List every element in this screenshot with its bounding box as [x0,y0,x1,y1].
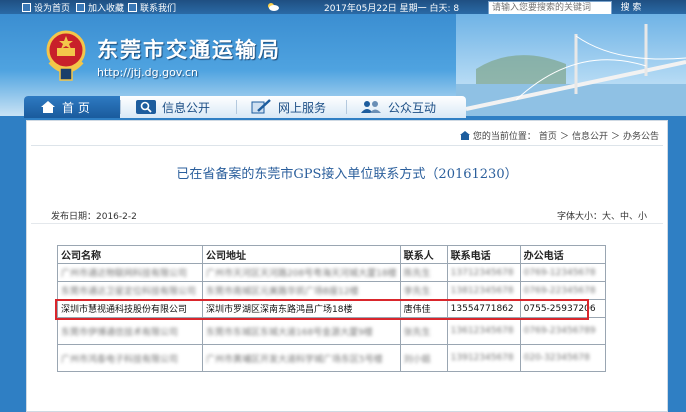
table-row: 东莞市通达卫星定位科技有限公司 东莞市南城区元美路华凯广场B座12楼 李先生 1… [57,281,606,300]
home-icon [41,101,55,113]
breadcrumb-announcements-link[interactable]: 办务公告 [623,129,659,142]
table-cell: 东莞市南城区元美路华凯广场B座12楼 [202,281,401,300]
set-homepage-link[interactable]: 设为首页 [22,1,70,14]
column-header-company: 公司名称 [57,245,203,264]
main-nav: 首 页 信息公开 网上服务 公众互动 [0,96,686,120]
table-cell: 东莞市伊博通信技术有限公司 [57,317,203,345]
nav-item-info-public[interactable]: 信息公开 [136,96,210,118]
column-header-contact: 联系人 [399,245,448,264]
breadcrumb-separator: ＞ [610,132,620,142]
table-cell: 广州市天河区天河路208号粤海天河城大厦18楼 [202,263,401,282]
table-cell: 深圳市慧视通科技股份有限公司 [57,299,203,318]
table-cell: 唐伟佳 [399,299,448,318]
nav-divider [120,100,121,114]
top-utility-bar: 设为首页 加入收藏 联系我们 2017年05月22日 星期一 白天: 8 搜 索 [0,0,686,15]
pen-icon [251,99,271,114]
table-cell: 李先生 [399,281,448,300]
table-cell: 13812345678 [446,281,521,300]
magnifier-icon [136,100,156,114]
weather-cloud-icon [268,3,279,11]
nav-item-home[interactable]: 首 页 [40,96,90,118]
article-title: 已在省备案的东莞市GPS接入单位联系方式（20161230） [176,167,518,182]
table-cell: 13912345678 [446,344,521,372]
national-emblem-icon [46,30,86,81]
table-cell: 广州市鸿泰电子科技有限公司 [57,344,203,372]
divider [31,223,663,224]
home-icon [459,131,470,140]
table-cell: 0769-12345678 [519,263,606,282]
table-cell: 广州市黄埔区开发大道科学城广场东区5号楼 [202,344,401,372]
table-cell: 陈先生 [399,263,448,282]
square-icon [22,3,31,12]
table-row-highlighted: 深圳市慧视通科技股份有限公司 深圳市罗湖区深南东路鸿昌广场18楼 唐伟佳 135… [57,299,606,318]
table-row: 东莞市伊博通信技术有限公司 东莞市东城区东城大道168号金源大厦9楼 张先生 1… [57,317,606,345]
square-icon [76,3,85,12]
site-title: 东莞市交通运输局 [97,38,281,62]
column-header-phone: 联系电话 [446,245,521,264]
table-cell: 0769-23456789 [519,317,606,345]
table-row: 广州市通达物联网科技有限公司 广州市天河区天河路208号粤海天河城大厦18楼 陈… [57,263,606,282]
table-cell: 深圳市罗湖区深南东路鸿昌广场18楼 [202,299,401,318]
column-header-address: 公司地址 [202,245,401,264]
contact-table: 公司名称 公司地址 联系人 联系电话 办公电话 广州市通达物联网科技有限公司 广… [57,245,606,372]
content-panel: 您的当前位置： 首页 ＞ 信息公开 ＞ 办务公告 已在省备案的东莞市GPS接入单… [26,120,668,412]
table-cell: 张先生 [399,317,448,345]
add-favorite-link[interactable]: 加入收藏 [76,1,124,14]
square-icon [128,3,137,12]
column-header-office-phone: 办公电话 [519,245,606,264]
table-cell: 13612345678 [446,317,521,345]
breadcrumb-info-public-link[interactable]: 信息公开 [572,129,608,142]
breadcrumb: 您的当前位置： 首页 ＞ 信息公开 ＞ 办务公告 [459,129,659,142]
table-cell: 广州市通达物联网科技有限公司 [57,263,203,282]
search-button[interactable]: 搜 索 [616,1,646,15]
nav-item-online-service[interactable]: 网上服务 [250,96,326,118]
breadcrumb-separator: ＞ [559,132,569,142]
breadcrumb-home-link[interactable]: 首页 [539,129,557,142]
date-weather-text: 2017年05月22日 星期一 白天: 8 [324,4,460,14]
search-input[interactable] [488,1,612,15]
contact-us-link[interactable]: 联系我们 [128,1,176,14]
table-cell: 020-32345678 [519,344,606,372]
site-url: http://jtj.dg.gov.cn [97,66,198,79]
table-cell: 13712345678 [446,263,521,282]
nav-divider [346,100,347,114]
table-cell: 13554771862 [446,299,521,318]
table-cell: 刘小姐 [399,344,448,372]
people-icon [361,101,381,113]
table-cell: 0755-25937206 [519,299,606,318]
nav-item-public-interaction[interactable]: 公众互动 [360,96,436,118]
table-header-row: 公司名称 公司地址 联系人 联系电话 办公电话 [57,245,606,264]
table-cell: 东莞市通达卫星定位科技有限公司 [57,281,203,300]
font-size-selector[interactable]: 字体大小：大、中、小 [557,209,647,222]
nav-divider [236,100,237,114]
publish-date: 发布日期：2016-2-2 [51,212,137,222]
divider [31,145,663,146]
table-cell: 0769-22345678 [519,281,606,300]
table-cell: 东莞市东城区东城大道168号金源大厦9楼 [202,317,401,345]
table-row: 广州市鸿泰电子科技有限公司 广州市黄埔区开发大道科学城广场东区5号楼 刘小姐 1… [57,344,606,372]
